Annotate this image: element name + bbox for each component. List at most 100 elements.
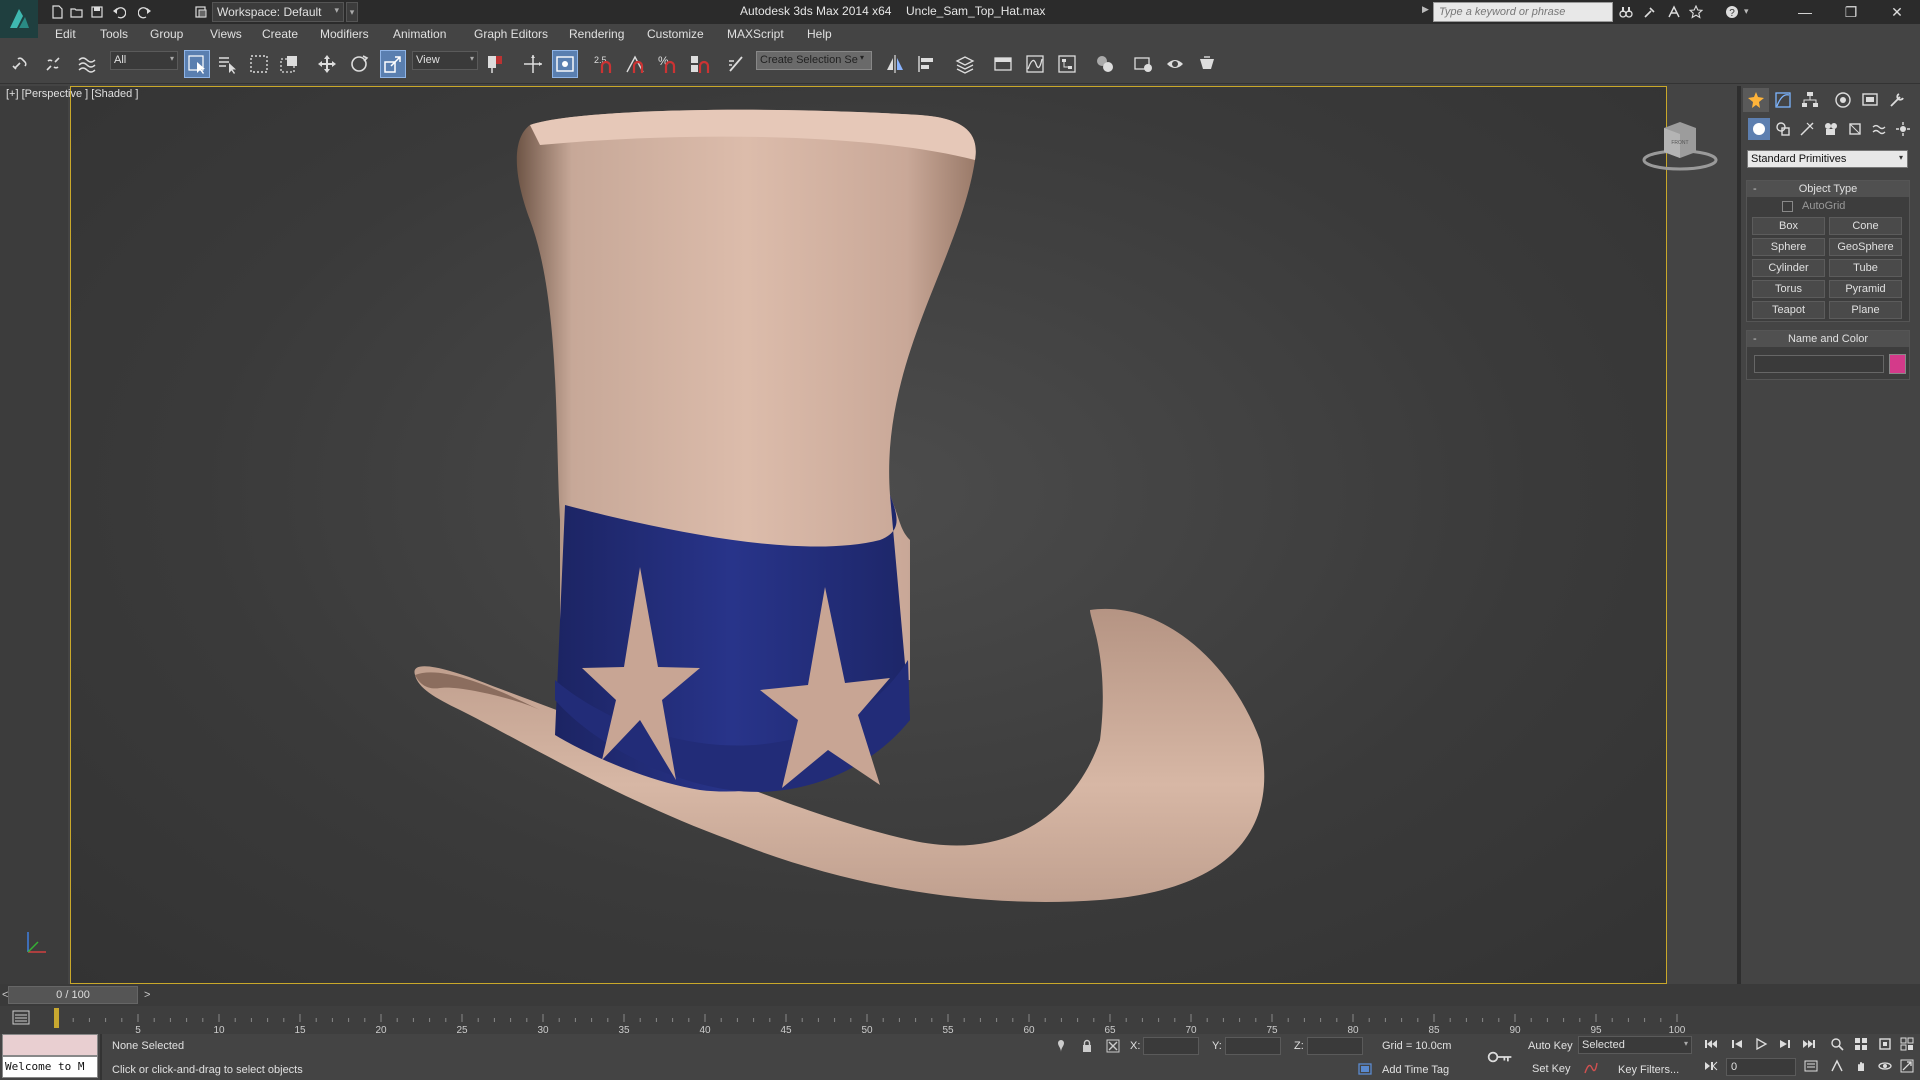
search-input[interactable]: Type a keyword or phrase	[1433, 2, 1613, 22]
key-filters-button[interactable]: Key Filters...	[1618, 1064, 1679, 1076]
menu-rendering[interactable]: Rendering	[569, 27, 624, 41]
menu-maxscript[interactable]: MAXScript	[727, 27, 784, 41]
maximize-viewport-icon[interactable]	[1896, 1056, 1918, 1076]
menu-customize[interactable]: Customize	[647, 27, 704, 41]
spinner-snap-icon[interactable]	[686, 50, 712, 78]
time-next-button[interactable]: >	[144, 989, 150, 1001]
viewcube[interactable]: FRONT	[1640, 118, 1720, 174]
open-file-icon[interactable]	[68, 3, 86, 21]
schematic-view-icon[interactable]	[1054, 50, 1080, 78]
mini-curve-editor-icon[interactable]	[10, 1008, 34, 1028]
favorites-star-icon[interactable]	[1686, 3, 1706, 21]
pivot-center-icon[interactable]	[482, 50, 508, 78]
add-time-tag-button[interactable]: Add Time Tag	[1382, 1064, 1449, 1076]
render-production-icon[interactable]	[1194, 50, 1220, 78]
menu-group[interactable]: Group	[150, 27, 183, 41]
rectangular-selection-icon[interactable]	[246, 50, 272, 78]
window-crossing-icon[interactable]	[276, 50, 302, 78]
zoom-all-icon[interactable]	[1850, 1034, 1872, 1054]
subscription-icon[interactable]	[1640, 3, 1660, 21]
previous-frame-icon[interactable]	[1726, 1034, 1748, 1054]
plane-button[interactable]: Plane	[1829, 301, 1902, 319]
x-coordinate-input[interactable]	[1143, 1037, 1199, 1055]
current-frame-input[interactable]: 0	[1726, 1058, 1796, 1076]
select-manipulate-icon[interactable]	[520, 50, 546, 78]
teapot-button[interactable]: Teapot	[1752, 301, 1825, 319]
zoom-extents-all-icon[interactable]	[1896, 1034, 1918, 1054]
cone-button[interactable]: Cone	[1829, 217, 1902, 235]
isolate-selection-icon[interactable]	[1050, 1036, 1072, 1056]
keyboard-shortcut-override-icon[interactable]	[552, 50, 578, 78]
quick-access-dropdown[interactable]: ▾	[346, 2, 358, 22]
undo-icon[interactable]	[110, 3, 128, 21]
minimize-button[interactable]: —	[1782, 0, 1828, 24]
menu-create[interactable]: Create	[262, 27, 298, 41]
align-icon[interactable]	[914, 50, 940, 78]
utilities-tab-icon[interactable]	[1884, 88, 1910, 112]
hierarchy-tab-icon[interactable]	[1797, 88, 1823, 112]
app-logo-icon[interactable]	[0, 0, 38, 38]
menu-edit[interactable]: Edit	[55, 27, 76, 41]
time-slider-thumb[interactable]: 0 / 100	[8, 986, 138, 1004]
mirror-icon[interactable]	[882, 50, 908, 78]
set-key-mode-icon[interactable]	[1482, 1034, 1518, 1080]
orbit-icon[interactable]	[1874, 1056, 1896, 1076]
menu-views[interactable]: Views	[210, 27, 242, 41]
cameras-icon[interactable]	[1820, 118, 1842, 140]
set-key-button[interactable]: Set Key	[1532, 1063, 1571, 1075]
autogrid-checkbox[interactable]	[1782, 201, 1793, 212]
selection-lock-icon[interactable]	[1076, 1036, 1098, 1056]
absolute-mode-icon[interactable]	[1102, 1036, 1124, 1056]
key-mode-toggle-icon[interactable]	[1700, 1056, 1722, 1076]
curve-editor-icon[interactable]	[1022, 50, 1048, 78]
create-tab-icon[interactable]	[1743, 88, 1769, 112]
systems-icon[interactable]	[1892, 118, 1914, 140]
sphere-button[interactable]: Sphere	[1752, 238, 1825, 256]
select-by-name-icon[interactable]	[214, 50, 240, 78]
pyramid-button[interactable]: Pyramid	[1829, 280, 1902, 298]
modify-tab-icon[interactable]	[1770, 88, 1796, 112]
object-category-dropdown[interactable]: Standard Primitives ▾	[1747, 150, 1908, 168]
search-expand-icon[interactable]: ▶	[1422, 4, 1430, 20]
key-mode-dropdown[interactable]: Selected ▾	[1578, 1036, 1692, 1054]
rotate-icon[interactable]	[346, 50, 372, 78]
next-frame-icon[interactable]	[1774, 1034, 1796, 1054]
object-color-swatch[interactable]	[1889, 354, 1906, 374]
menu-tools[interactable]: Tools	[100, 27, 128, 41]
object-type-header[interactable]: - Object Type	[1747, 181, 1909, 197]
bind-to-space-warp-icon[interactable]	[74, 50, 100, 78]
go-to-start-icon[interactable]	[1700, 1034, 1722, 1054]
percent-snap-icon[interactable]: %	[654, 50, 680, 78]
zoom-extents-icon[interactable]	[1874, 1034, 1896, 1054]
go-to-end-icon[interactable]	[1798, 1034, 1820, 1054]
select-object-icon[interactable]	[184, 50, 210, 78]
top-hat-model[interactable]	[400, 100, 1300, 980]
save-file-icon[interactable]	[88, 3, 106, 21]
y-coordinate-input[interactable]	[1225, 1037, 1281, 1055]
layer-explorer-icon[interactable]	[952, 50, 978, 78]
space-warps-icon[interactable]	[1868, 118, 1890, 140]
binoculars-icon[interactable]	[1616, 3, 1636, 21]
maxscript-listener-mini[interactable]	[2, 1034, 98, 1056]
tube-button[interactable]: Tube	[1829, 259, 1902, 277]
redo-icon[interactable]	[136, 3, 154, 21]
close-button[interactable]: ✕	[1874, 0, 1920, 24]
zoom-icon[interactable]	[1826, 1034, 1848, 1054]
toggle-ribbon-icon[interactable]	[990, 50, 1016, 78]
selection-filter-dropdown[interactable]: All ▾	[110, 51, 178, 70]
time-configuration-icon[interactable]	[1800, 1056, 1822, 1076]
render-setup-icon[interactable]	[1130, 50, 1156, 78]
menu-graph-editors[interactable]: Graph Editors	[474, 27, 548, 41]
snaps-toggle-icon[interactable]: 2.5	[590, 50, 616, 78]
menu-help[interactable]: Help	[807, 27, 832, 41]
motion-tab-icon[interactable]	[1830, 88, 1856, 112]
communication-icon[interactable]	[1664, 3, 1684, 21]
menu-animation[interactable]: Animation	[393, 27, 446, 41]
new-file-icon[interactable]	[48, 3, 66, 21]
lights-icon[interactable]	[1796, 118, 1818, 140]
help-dropdown-icon[interactable]: ▾	[1744, 6, 1749, 17]
help-icon[interactable]: ?	[1722, 3, 1742, 21]
cylinder-button[interactable]: Cylinder	[1752, 259, 1825, 277]
rendered-frame-window-icon[interactable]	[1162, 50, 1188, 78]
maxscript-mini-input[interactable]: Welcome to M	[2, 1056, 98, 1078]
